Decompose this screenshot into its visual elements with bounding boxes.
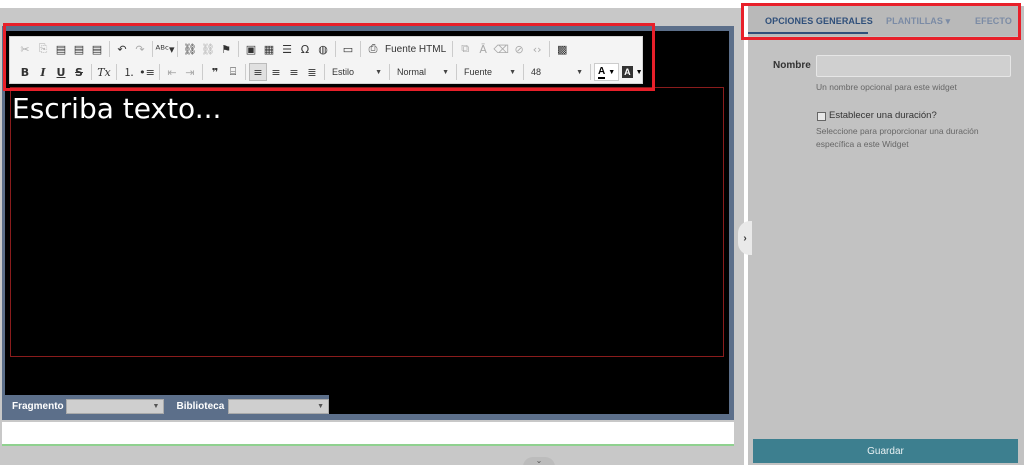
expand-bottom-button[interactable]: ⌄ [523,457,555,465]
fragment-label: Fragmento [12,401,64,412]
name-field[interactable] [816,55,1011,77]
text-editable-region[interactable]: Escriba texto... [10,87,724,357]
duration-help-line-1: Seleccione para proporcionar una duració… [816,126,979,136]
duration-label: Establecer una duración? [829,110,937,121]
editor-footer-strip [2,422,734,446]
chevron-right-icon: › [743,232,747,244]
duration-checkbox[interactable] [817,112,826,121]
bottom-selector-bar: Fragmento ▼ Biblioteca ▼ [5,395,329,418]
highlight-box-toolbar [3,23,655,91]
library-select[interactable]: ▼ [228,399,329,414]
save-button[interactable]: Guardar [753,439,1018,463]
duration-help-line-2: específica a este Widget [816,139,909,149]
collapse-panel-button[interactable]: › [738,221,752,255]
highlight-box-tabs [741,3,1021,40]
fragment-select[interactable]: ▼ [65,399,165,414]
name-help-text: Un nombre opcional para este widget [816,82,957,92]
chevron-down-icon: ⌄ [535,456,543,465]
widget-editor-screen: Escriba texto... ✂ ⎘ ▤ ▤ ▤ ↶ ↷ ᴬᴮᶜ▾ ⛓ ⛓ ⚑ ▣ ▦ ☰ Ω ◍ ▭ ⎙ Fu… [0,0,1024,465]
placeholder-text: Escriba texto... [12,92,222,125]
chevron-down-icon: ▼ [152,403,160,410]
library-label: Biblioteca [176,401,225,412]
name-label: Nombre [773,60,811,71]
chevron-down-icon: ▼ [317,403,324,410]
